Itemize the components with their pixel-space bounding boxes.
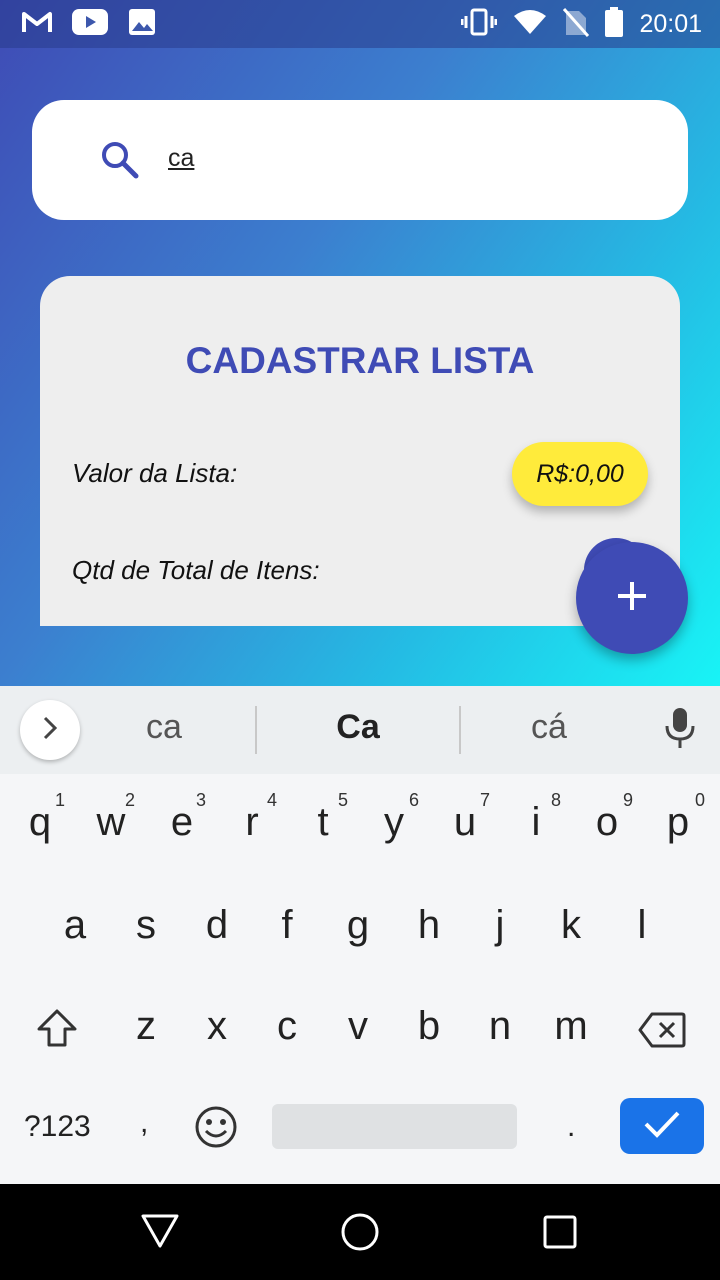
backspace-key-icon[interactable] bbox=[638, 1012, 686, 1052]
add-button[interactable] bbox=[576, 542, 688, 654]
symbols-key[interactable]: ?123 bbox=[24, 1110, 91, 1144]
key-hint-0: 0 bbox=[695, 790, 706, 810]
suggestion-divider bbox=[255, 706, 257, 754]
comma-key[interactable]: , bbox=[140, 1106, 148, 1140]
key-hint-1: 1 bbox=[55, 790, 66, 810]
key-hint-5: 5 bbox=[338, 790, 349, 810]
value-chip[interactable]: R$:0,00 bbox=[512, 442, 648, 506]
vibrate-icon bbox=[460, 8, 498, 40]
qtd-total-itens-label: Qtd de Total de Itens: bbox=[72, 555, 320, 585]
plus-icon bbox=[615, 579, 649, 617]
status-time: 20:01 bbox=[639, 9, 702, 38]
spacebar[interactable] bbox=[272, 1104, 517, 1149]
status-bar: 20:01 bbox=[0, 0, 720, 48]
key-b[interactable]: b bbox=[399, 1004, 459, 1049]
key-g[interactable]: g bbox=[328, 903, 388, 948]
key-z[interactable]: z bbox=[116, 1004, 176, 1049]
key-hint-9: 9 bbox=[623, 790, 634, 810]
value-amount: R$:0,00 bbox=[536, 459, 624, 488]
no-sim-icon bbox=[563, 7, 590, 41]
key-v[interactable]: v bbox=[328, 1004, 388, 1049]
gmail-icon bbox=[22, 10, 52, 38]
key-a[interactable]: a bbox=[45, 903, 105, 948]
battery-icon bbox=[605, 7, 624, 41]
key-n[interactable]: n bbox=[470, 1004, 530, 1049]
key-h[interactable]: h bbox=[399, 903, 459, 948]
valor-da-lista-label: Valor da Lista: bbox=[72, 458, 238, 488]
key-c[interactable]: c bbox=[257, 1004, 317, 1049]
key-hint-7: 7 bbox=[480, 790, 491, 810]
shift-key-icon[interactable] bbox=[36, 1008, 78, 1052]
key-m[interactable]: m bbox=[541, 1004, 601, 1049]
key-f[interactable]: f bbox=[257, 903, 317, 948]
period-key[interactable]: . bbox=[567, 1110, 575, 1144]
suggestion-2[interactable]: Ca bbox=[268, 708, 448, 747]
key-d[interactable]: d bbox=[187, 903, 247, 948]
key-k[interactable]: k bbox=[541, 903, 601, 948]
key-l[interactable]: l bbox=[612, 903, 672, 948]
key-hint-4: 4 bbox=[267, 790, 278, 810]
back-icon[interactable] bbox=[140, 1212, 180, 1254]
key-x[interactable]: x bbox=[187, 1004, 247, 1049]
suggestion-1[interactable]: ca bbox=[74, 708, 254, 747]
recents-icon[interactable] bbox=[542, 1214, 578, 1254]
suggestion-3[interactable]: cá bbox=[459, 708, 639, 747]
key-hint-3: 3 bbox=[196, 790, 207, 810]
key-j[interactable]: j bbox=[470, 903, 530, 948]
search-icon[interactable] bbox=[100, 140, 140, 184]
card-title: CADASTRAR LISTA bbox=[185, 340, 535, 381]
wifi-icon bbox=[513, 9, 547, 39]
search-input[interactable] bbox=[168, 138, 648, 178]
key-s[interactable]: s bbox=[116, 903, 176, 948]
youtube-icon bbox=[72, 9, 108, 39]
checkmark-icon bbox=[642, 1109, 682, 1143]
key-hint-8: 8 bbox=[551, 790, 562, 810]
home-icon[interactable] bbox=[340, 1212, 380, 1256]
image-icon bbox=[128, 8, 156, 40]
microphone-icon[interactable] bbox=[660, 706, 700, 754]
enter-key[interactable] bbox=[620, 1098, 704, 1154]
key-hint-2: 2 bbox=[125, 790, 136, 810]
keyboard-expand-button[interactable] bbox=[20, 700, 80, 760]
chevron-right-icon bbox=[40, 715, 60, 745]
emoji-key-icon[interactable] bbox=[194, 1105, 238, 1153]
key-hint-6: 6 bbox=[409, 790, 420, 810]
